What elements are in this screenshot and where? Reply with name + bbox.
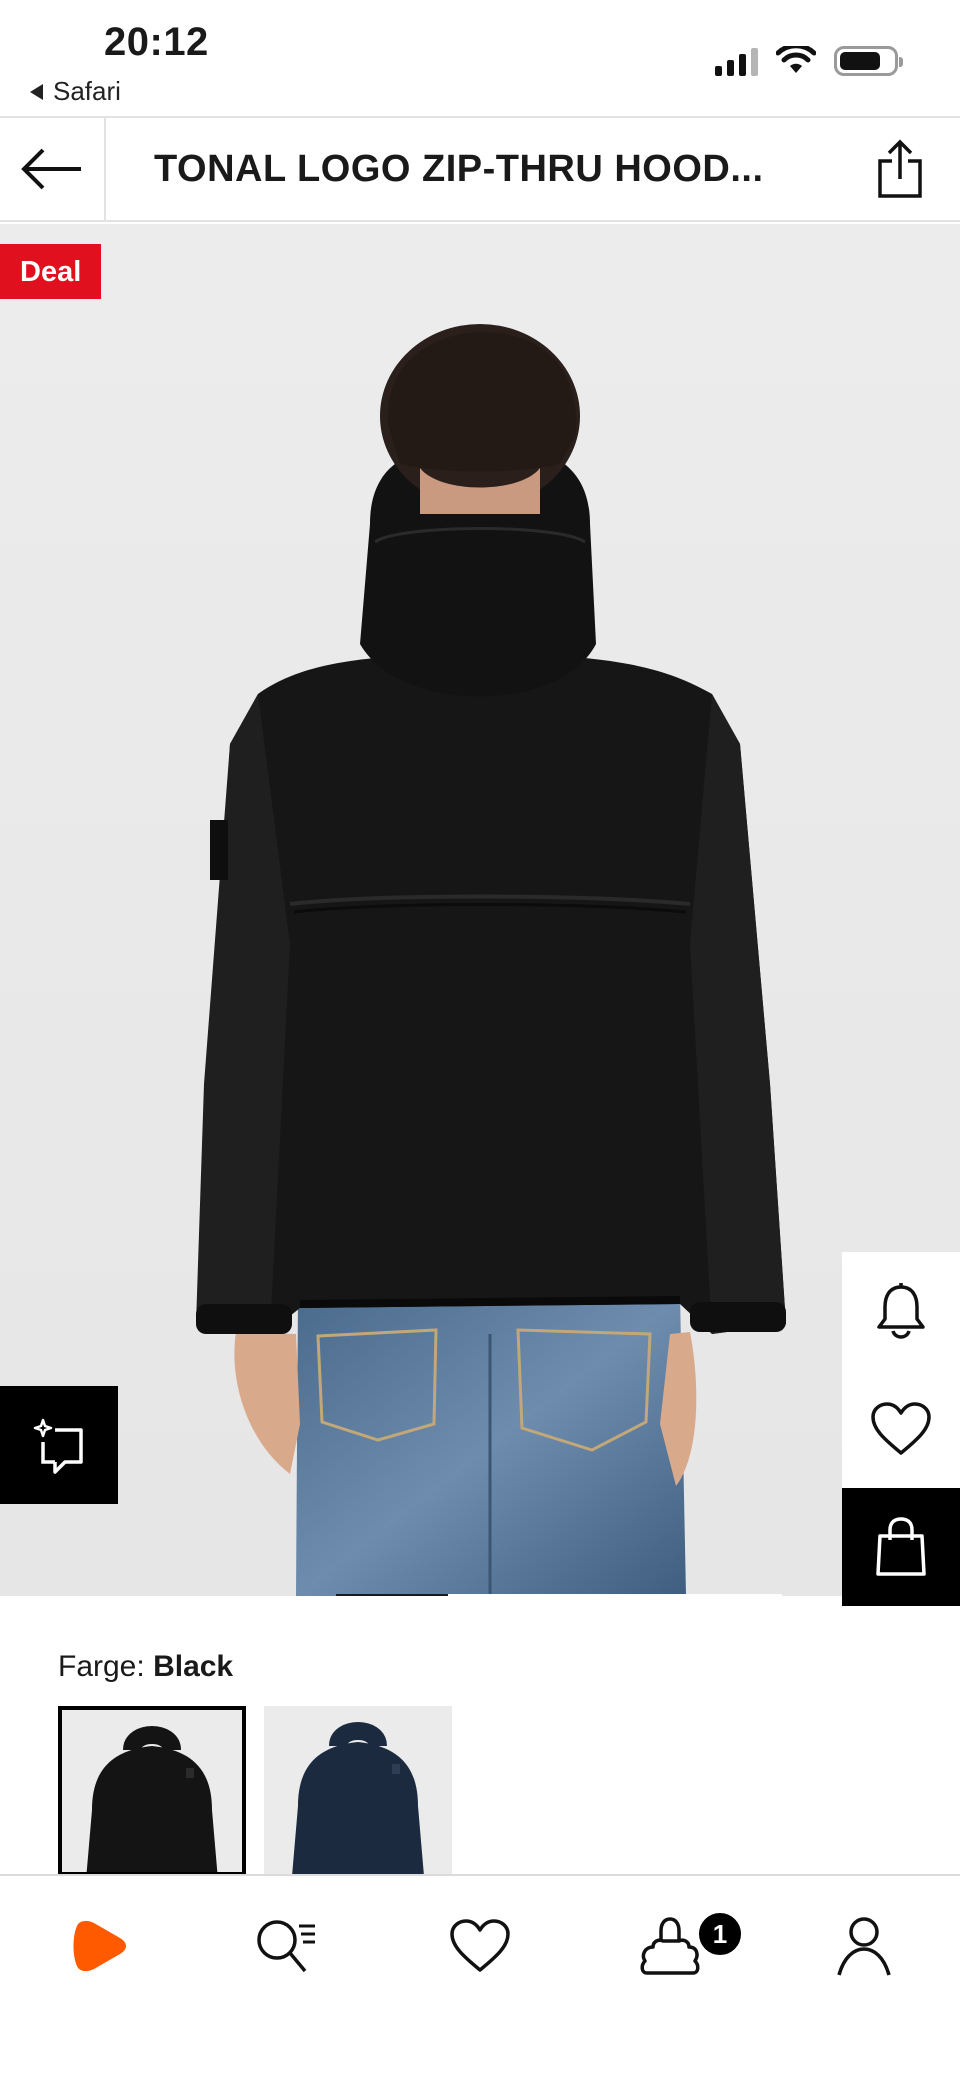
bottom-navigation: 1 <box>0 1874 960 2078</box>
heart-icon <box>450 1919 510 1972</box>
wishlist-button[interactable] <box>842 1370 960 1488</box>
back-triangle-icon <box>30 83 43 100</box>
nav-wishlist[interactable] <box>440 1906 520 1986</box>
back-to-app-link[interactable]: Safari <box>30 76 121 107</box>
color-label: Farge: Black <box>58 1650 234 1683</box>
image-gallery-pager <box>0 1594 960 1596</box>
product-photo <box>0 224 960 1596</box>
back-app-label: Safari <box>53 76 121 106</box>
bag-icon <box>640 1917 700 1975</box>
product-header: TONAL LOGO ZIP-THRU HOOD... <box>0 116 960 222</box>
find-similar-button[interactable] <box>0 1386 118 1504</box>
nav-home[interactable] <box>58 1906 138 1986</box>
bag-count-badge: 1 <box>696 1910 744 1958</box>
wifi-icon <box>776 46 816 73</box>
status-icons <box>715 46 903 76</box>
search-icon <box>257 1920 315 1973</box>
arrow-left-icon <box>21 148 81 190</box>
battery-icon <box>834 46 903 76</box>
add-to-bag-button[interactable] <box>842 1488 960 1606</box>
nav-search[interactable] <box>246 1906 326 1986</box>
share-button[interactable] <box>868 136 932 202</box>
pager-thumb <box>336 1594 448 1596</box>
deal-badge: Deal <box>0 244 102 299</box>
bell-icon <box>877 1283 925 1339</box>
color-swatch-navy[interactable] <box>264 1706 452 1876</box>
user-icon <box>837 1917 891 1976</box>
color-swatch-black[interactable] <box>58 1706 246 1876</box>
zalando-logo-icon <box>73 1920 126 1972</box>
product-title: TONAL LOGO ZIP-THRU HOOD... <box>154 148 764 190</box>
swatch-thumbnail <box>62 1710 242 1872</box>
nav-bag[interactable] <box>630 1906 710 1986</box>
nav-profile[interactable] <box>824 1906 904 1986</box>
heart-icon <box>871 1402 931 1455</box>
share-icon <box>878 139 922 198</box>
shopping-bag-icon <box>876 1517 926 1576</box>
status-bar: 20:12 Safari <box>0 0 960 116</box>
selected-color-name: Black <box>153 1650 234 1683</box>
notify-button[interactable] <box>842 1252 960 1370</box>
product-image[interactable]: Deal <box>0 224 960 1596</box>
status-time: 20:12 <box>104 20 209 64</box>
color-selector: Farge: Black <box>0 1600 960 1876</box>
cellular-signal-icon <box>715 46 758 76</box>
side-actions <box>842 1252 960 1606</box>
sparkle-crop-icon <box>33 1418 83 1474</box>
swatch-thumbnail <box>264 1706 452 1876</box>
back-button[interactable] <box>0 118 106 220</box>
